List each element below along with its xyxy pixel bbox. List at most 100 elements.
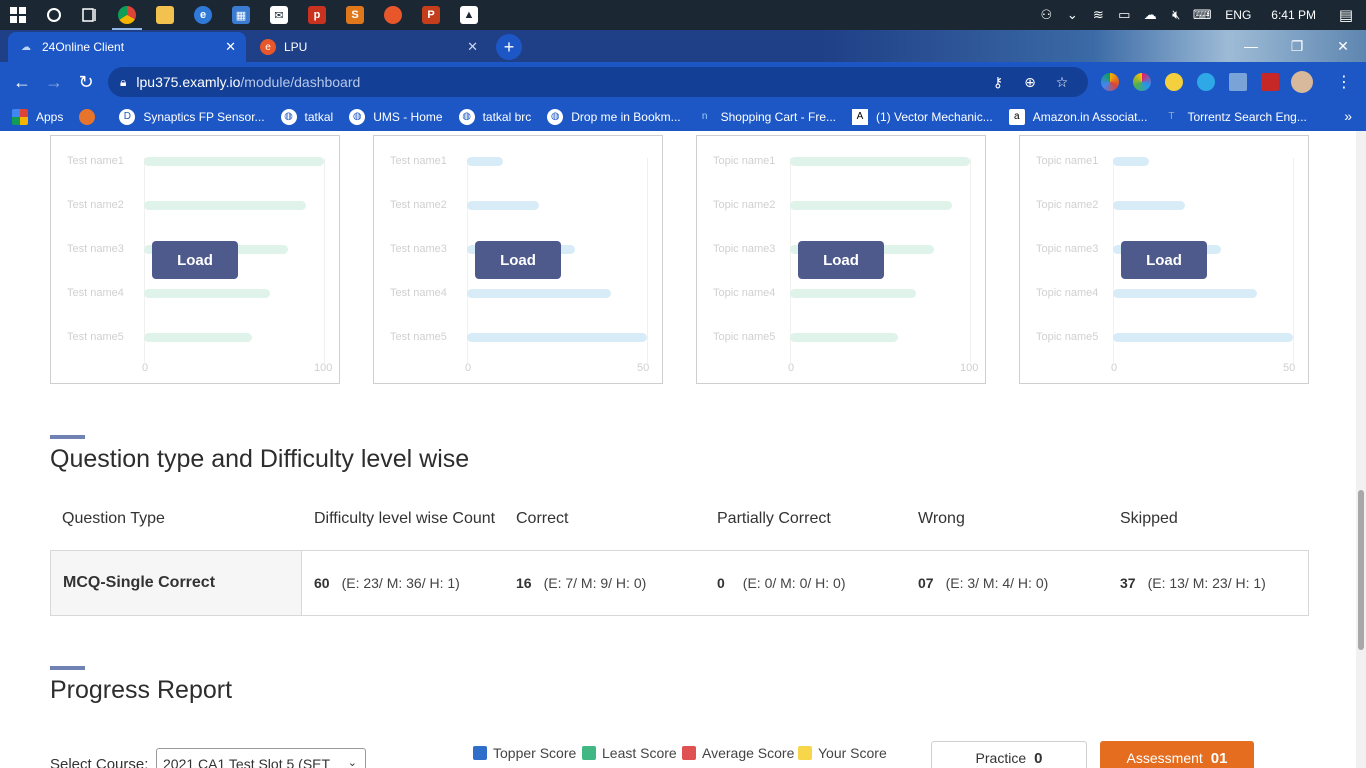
url-text[interactable]: lpu375.examly.io/module/dashboard xyxy=(136,74,360,90)
bar xyxy=(790,289,916,298)
browser-tab-strip: ☁ 24Online Client ✕ e LPU ✕ xyxy=(0,30,1366,62)
bookmark-torrentz[interactable]: T Torrentz Search Eng... xyxy=(1163,109,1306,125)
load-button[interactable]: Load xyxy=(475,241,561,279)
store-icon[interactable]: ▦ xyxy=(222,0,260,30)
bar-label: Topic name5 xyxy=(713,331,776,343)
close-tab-icon[interactable]: ✕ xyxy=(467,39,478,55)
forward-arrow-icon[interactable]: → xyxy=(38,66,70,98)
new-tab-button[interactable]: + xyxy=(496,34,522,60)
wifi-icon[interactable]: ≋ xyxy=(1085,7,1111,23)
color-picker-extension-icon[interactable] xyxy=(1094,66,1126,98)
restore-icon[interactable]: ❐ xyxy=(1274,30,1320,62)
bookmark-tatkal-brc[interactable]: ◍ tatkal brc xyxy=(458,108,531,125)
browser-menu-icon[interactable]: ⋮ xyxy=(1332,66,1356,98)
windows-start-icon[interactable] xyxy=(0,0,36,30)
key-icon[interactable]: ⚷ xyxy=(982,74,1014,91)
dell-icon: D xyxy=(119,108,136,125)
reload-icon[interactable]: ↻ xyxy=(70,66,102,98)
bar-row: Test name2 xyxy=(374,196,662,216)
bookmark-synaptics[interactable]: D Synaptics FP Sensor... xyxy=(119,108,265,125)
scrollbar-thumb[interactable] xyxy=(1358,490,1364,650)
bar-label: Test name1 xyxy=(390,155,447,167)
star-bookmark-icon[interactable]: ☆ xyxy=(1046,74,1078,91)
bar-label: Topic name2 xyxy=(1036,199,1099,211)
dark-mode-moon-icon[interactable] xyxy=(1158,66,1190,98)
close-tab-icon[interactable]: ✕ xyxy=(225,39,236,55)
battery-icon[interactable]: ▭ xyxy=(1111,7,1137,23)
bar xyxy=(1113,333,1293,342)
bookmark-tatkal[interactable]: ◍ tatkal xyxy=(280,108,333,125)
edge-icon[interactable]: e xyxy=(184,0,222,30)
legend-least-score: Least Score xyxy=(582,745,677,761)
bar xyxy=(790,157,970,166)
photos-icon[interactable]: ▲ xyxy=(450,0,488,30)
lock-icon[interactable]: 🔒︎ xyxy=(120,75,126,90)
clock[interactable]: 6:41 PM xyxy=(1261,8,1326,22)
sublime-icon[interactable]: S xyxy=(336,0,374,30)
practice-button[interactable]: Practice 0 xyxy=(931,741,1087,768)
bar-row: Test name5 xyxy=(374,328,662,348)
profile-avatar[interactable] xyxy=(1286,66,1318,98)
bar-label: Test name4 xyxy=(390,287,447,299)
load-button[interactable]: Load xyxy=(798,241,884,279)
bar-row: Test name1 xyxy=(51,152,339,172)
apps-grid-icon xyxy=(12,108,28,125)
bar-label: Topic name3 xyxy=(713,243,776,255)
extension-blue-icon[interactable] xyxy=(1190,66,1222,98)
palette-extension-icon[interactable] xyxy=(1126,66,1158,98)
file-explorer-icon[interactable] xyxy=(146,0,184,30)
bookmark-amazon[interactable]: a Amazon.in Associat... xyxy=(1008,108,1147,125)
chrome-app-icon[interactable] xyxy=(108,0,146,30)
page-scrollbar[interactable] xyxy=(1356,131,1366,768)
legend-average-score: Average Score xyxy=(682,745,794,761)
bar-label: Test name2 xyxy=(67,199,124,211)
section-title-question-type: Question type and Difficulty level wise xyxy=(50,445,470,473)
install-icon[interactable]: ⊕ xyxy=(1014,74,1046,91)
firefox-icon[interactable] xyxy=(374,0,412,30)
tab-24online-client[interactable]: ☁ 24Online Client ✕ xyxy=(8,32,246,62)
bookmark-basketball[interactable] xyxy=(79,108,103,125)
pdf-app-icon[interactable]: p xyxy=(298,0,336,30)
load-button[interactable]: Load xyxy=(1121,241,1207,279)
powerpoint-icon[interactable]: P xyxy=(412,0,450,30)
bookmark-ums-home[interactable]: ◍ UMS - Home xyxy=(349,108,443,125)
globe-icon: ◍ xyxy=(280,108,297,125)
address-bar[interactable]: 🔒︎ lpu375.examly.io/module/dashboard ⚷ ⊕… xyxy=(108,67,1088,97)
bar-row: Topic name1 xyxy=(1020,152,1308,172)
bookmark-shopping-cart[interactable]: n Shopping Cart - Fre... xyxy=(696,108,836,125)
extension-ribbon-icon[interactable] xyxy=(1254,66,1286,98)
minimize-icon[interactable]: — xyxy=(1228,30,1274,62)
search-circle-icon[interactable] xyxy=(36,0,72,30)
bookmark-apps[interactable]: Apps xyxy=(12,108,63,125)
bar xyxy=(1113,157,1149,166)
more-bookmarks-icon[interactable]: » xyxy=(1344,108,1352,124)
chevron-up-icon[interactable]: ⌄ xyxy=(1059,7,1085,23)
bar-row: Topic name5 xyxy=(1020,328,1308,348)
course-select[interactable]: 2021 CA1 Test Slot 5 (SET ⌄ xyxy=(156,748,366,768)
bookmark-drop-me[interactable]: ◍ Drop me in Bookm... xyxy=(547,108,681,125)
notifications-icon[interactable]: ▤ xyxy=(1326,6,1366,24)
tab-lpu[interactable]: e LPU ✕ xyxy=(250,32,488,62)
bookmark-vector-mechanics[interactable]: A (1) Vector Mechanic... xyxy=(852,108,993,125)
difficulty-count-cell: 60 (E: 23/ M: 36/ H: 1) xyxy=(314,575,460,591)
extension-window-icon[interactable] xyxy=(1222,66,1254,98)
close-window-icon[interactable]: ✕ xyxy=(1320,30,1366,62)
keyboard-icon[interactable]: ⌨ xyxy=(1189,7,1215,23)
bar-label: Topic name3 xyxy=(1036,243,1099,255)
header-skipped: Skipped xyxy=(1120,510,1178,527)
load-button[interactable]: Load xyxy=(152,241,238,279)
chart-card: Topic name1 Topic name2 Topic name3 Topic n… xyxy=(1019,135,1309,384)
chart-card: Test name1 Test name2 Test name3 Test name4… xyxy=(373,135,663,384)
bookmarks-bar: Apps D Synaptics FP Sensor... ◍ tatkal ◍ UM… xyxy=(0,102,1366,131)
back-arrow-icon[interactable]: ← xyxy=(6,66,38,98)
people-icon[interactable]: ⚇ xyxy=(1033,7,1059,23)
assessment-button[interactable]: Assessment 01 xyxy=(1100,741,1254,768)
bar-label: Topic name2 xyxy=(713,199,776,211)
select-course-label: Select Course: xyxy=(50,756,149,768)
volume-muted-icon[interactable]: 🔇︎ xyxy=(1163,7,1189,23)
mail-icon[interactable]: ✉ xyxy=(260,0,298,30)
task-view-icon[interactable] xyxy=(72,0,108,30)
skipped-cell: 37 (E: 13/ M: 23/ H: 1) xyxy=(1120,575,1266,591)
language-indicator[interactable]: ENG xyxy=(1215,8,1261,22)
onedrive-cloud-icon[interactable]: ☁ xyxy=(1137,7,1163,23)
